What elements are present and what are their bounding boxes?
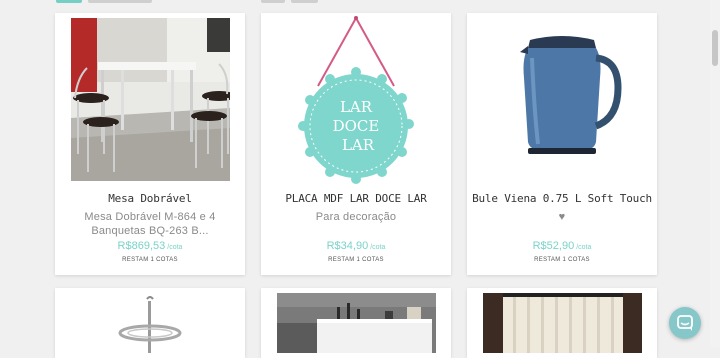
product-price: R$52,90/cota	[467, 240, 657, 252]
price-value: R$869,53	[117, 240, 166, 252]
remaining-quotas: RESTAM 1 COTAS	[328, 257, 384, 263]
thermos-illustration	[520, 36, 622, 154]
table-set-illustration	[71, 18, 230, 181]
product-description-heart-icon: ♥	[558, 211, 566, 223]
sign-illustration: LAR DOCE LAR	[298, 16, 414, 184]
product-image-thermos[interactable]	[484, 18, 640, 183]
price-unit: /cota	[370, 244, 386, 251]
top-filter-bar	[0, 0, 710, 4]
product-title[interactable]: Mesa Dobrável	[55, 192, 245, 205]
product-card[interactable]: Bule Viena 0.75 L Soft Touch ♥ R$52,90/c…	[467, 13, 657, 275]
curtains-illustration	[483, 293, 642, 353]
product-card[interactable]: LAR DOCE LAR PLACA MDF LAR DOCE LAR Para…	[261, 13, 451, 275]
filter-chip[interactable]	[88, 0, 152, 3]
sign-text-line-1: LAR	[340, 98, 373, 116]
product-title[interactable]: Bule Viena 0.75 L Soft Touch	[467, 192, 657, 205]
product-image-curtains[interactable]	[483, 293, 642, 353]
remaining-quotas: RESTAM 1 COTAS	[122, 257, 178, 263]
chat-launcher-button[interactable]	[669, 307, 701, 339]
scrollbar-thumb[interactable]	[712, 30, 718, 66]
product-description: Mesa Dobrável M-864 e 4 Banquetas BQ-263…	[84, 211, 216, 237]
price-unit: /cota	[576, 244, 592, 251]
price-value: R$52,90	[532, 240, 575, 252]
product-description: Para decoração	[315, 211, 397, 223]
sign-text-line-2: DOCE	[333, 117, 380, 135]
sign-text-line-3: LAR	[342, 136, 375, 154]
product-image-sign[interactable]: LAR DOCE LAR	[278, 16, 434, 186]
product-card[interactable]: Mesa Dobrável Mesa Dobrável M-864 e 4 Ba…	[55, 13, 245, 275]
sideboard-illustration	[277, 293, 436, 353]
remaining-quotas: RESTAM 1 COTAS	[534, 257, 590, 263]
product-title[interactable]: PLACA MDF LAR DOCE LAR	[261, 192, 451, 205]
price-unit: /cota	[167, 244, 183, 251]
chat-bubble-icon	[677, 315, 693, 331]
filter-chip-active[interactable]	[56, 0, 82, 3]
product-price: R$34,90/cota	[261, 240, 451, 252]
product-image-fruit-stand[interactable]	[71, 293, 230, 353]
page-scrollbar[interactable]	[710, 0, 720, 348]
product-image-sideboard[interactable]	[277, 293, 436, 353]
filter-chip[interactable]	[291, 0, 318, 3]
filter-chip[interactable]	[261, 0, 285, 3]
price-value: R$34,90	[326, 240, 369, 252]
product-image-table-set[interactable]	[71, 18, 230, 181]
product-price: R$869,53/cota	[55, 240, 245, 252]
fruit-stand-illustration	[118, 296, 182, 353]
